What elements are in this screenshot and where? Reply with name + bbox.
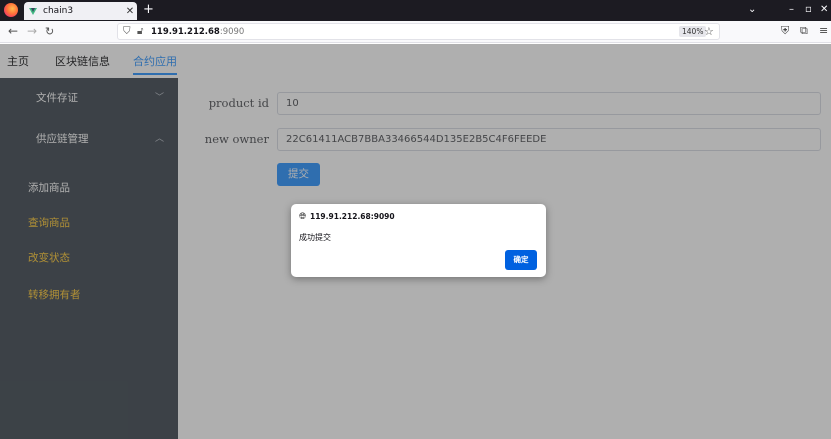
app-menu-icon[interactable]: ≡ [819,24,828,38]
new-tab-icon[interactable]: + [143,3,154,17]
extensions-icon[interactable]: ⧉ [800,24,808,38]
browser-tab-strip: chain3 ✕ + ⌄ – ▫ ✕ [0,0,831,21]
close-tab-icon[interactable]: ✕ [123,6,137,17]
bookmark-star-icon[interactable]: ☆ [704,25,714,38]
ok-button[interactable]: 确定 [505,250,537,270]
tracking-shield-icon[interactable]: ⛉ [123,26,131,38]
insecure-lock-icon[interactable]: 🔓︎ [137,26,143,38]
back-arrow-icon[interactable]: ← [8,24,18,39]
close-window-icon[interactable]: ✕ [820,3,828,17]
restore-window-icon[interactable]: ▫ [805,3,812,17]
tab-title: chain3 [43,6,74,16]
reload-icon[interactable]: ↻ [45,24,54,39]
dialog-message: 成功提交 [299,233,331,242]
pocket-icon[interactable]: ⛨ [781,24,789,38]
url-text: 119.91.212.68:9090 [151,26,244,38]
tab-list-chevron-icon[interactable]: ⌄ [748,3,756,17]
zoom-level-badge[interactable]: 140% [679,26,707,37]
minimize-window-icon[interactable]: – [789,3,794,17]
url-host: 119.91.212.68 [151,27,220,37]
url-port: :9090 [219,27,245,37]
globe-icon: 🌐︎ [299,212,307,222]
address-bar[interactable]: ⛉ 🔓︎ 119.91.212.68:9090 140% ☆ [117,23,720,40]
vue-favicon-icon [29,7,38,16]
alert-dialog: 🌐︎ 119.91.212.68:9090 成功提交 确定 [291,204,546,277]
firefox-logo-icon [4,3,18,17]
dialog-origin: 119.91.212.68:9090 [310,212,395,221]
browser-tab[interactable]: chain3 ✕ [24,2,137,20]
forward-arrow-icon[interactable]: → [27,24,37,39]
